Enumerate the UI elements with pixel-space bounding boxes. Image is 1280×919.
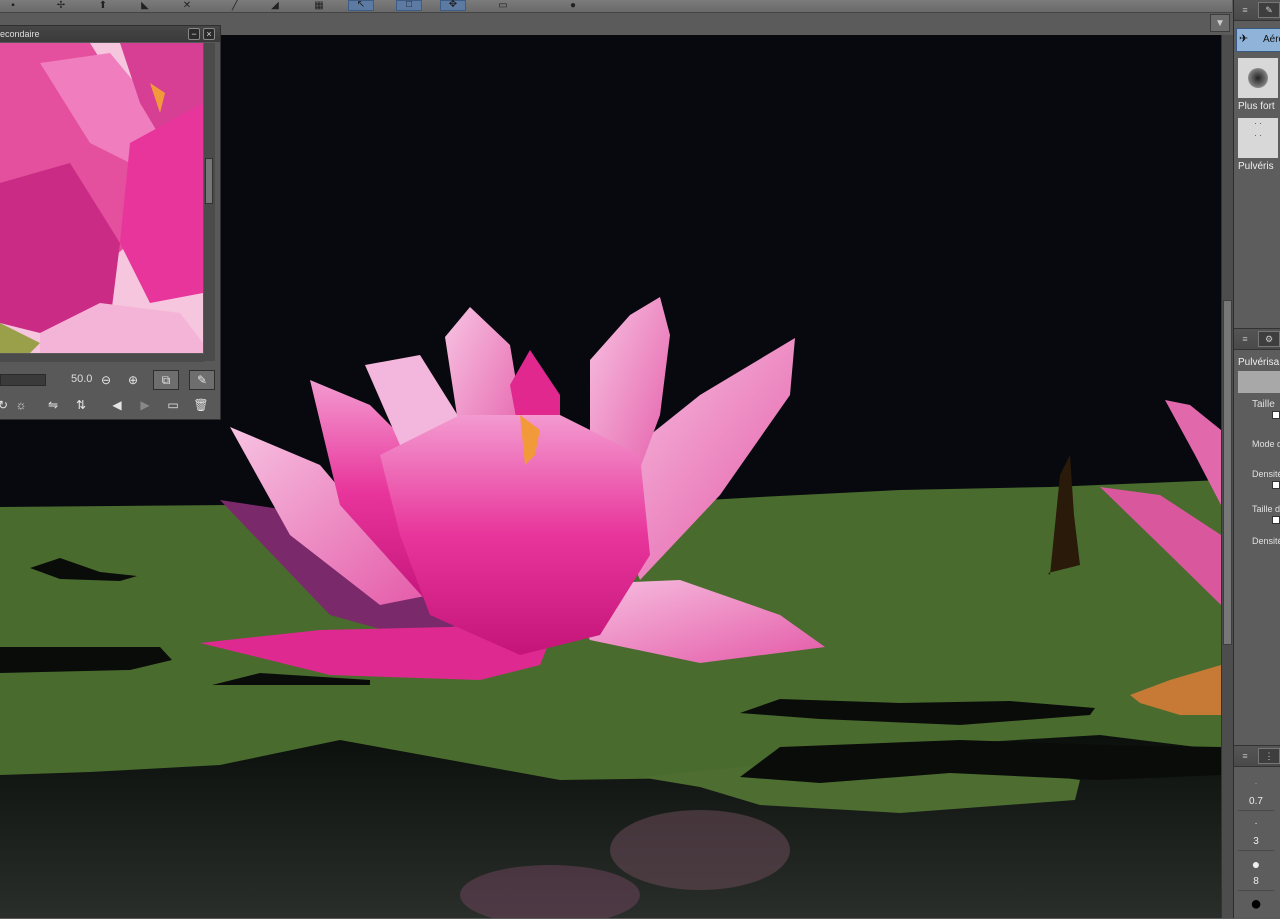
canvas-scroll-thumb[interactable]	[1223, 300, 1232, 645]
brush-size-item[interactable]: · 3	[1238, 812, 1274, 851]
property-label-particle-size: Taille d	[1252, 504, 1280, 514]
tool-property-panel: ≡ ⚙ Pulvérisa Taille Mode d Densité Tail…	[1234, 328, 1280, 719]
minimize-icon: −	[191, 29, 197, 39]
flip-horizontal-icon[interactable]: ⇋	[44, 396, 62, 414]
brush-size-item[interactable]: · 0.7	[1238, 772, 1274, 811]
brush-dot-icon: ·	[1255, 781, 1257, 787]
reference-image[interactable]	[0, 43, 203, 353]
open-image-icon[interactable]: ▭	[164, 396, 182, 414]
right-panel-dock: ≡ ✎ ✈ Aéro Plus fort · ·· · Pulvéris ≡ ⚙…	[1233, 0, 1280, 919]
sub-view-vertical-scrollbar[interactable]	[204, 43, 215, 361]
layer-icon[interactable]: ╱	[222, 0, 248, 11]
close-icon: ×	[206, 29, 212, 39]
chevron-down-icon: ▼	[1215, 17, 1225, 29]
transform-icon[interactable]: ◣	[132, 0, 158, 11]
reference-lotus-image	[0, 43, 203, 353]
previous-image-icon[interactable]: ◀	[108, 396, 126, 414]
operation-icon[interactable]: ▪	[0, 0, 26, 11]
main-toolbar: ▪ ✢ ⬆ ◣ ✕ ╱ ◢ ▦ ↖ □ ✥ ▭ ●	[0, 0, 1232, 13]
flip-vertical-icon[interactable]: ⇅	[72, 396, 90, 414]
pen-icon[interactable]: ✢	[48, 0, 74, 11]
brush-preview-spray[interactable]: · · · ·	[1238, 118, 1278, 158]
property-label-mode: Mode d	[1252, 439, 1280, 449]
pointer-icon[interactable]: ↖	[348, 0, 374, 11]
frame-icon[interactable]: ▦	[306, 0, 332, 11]
tool-property-tab-icon[interactable]: ⚙	[1258, 331, 1280, 347]
sub-tool-group-label: Aéro	[1263, 34, 1280, 45]
brush-dot-icon: ●	[1249, 893, 1263, 915]
property-label-size: Taille	[1252, 399, 1275, 410]
brush-item-label[interactable]: Pulvéris	[1238, 161, 1278, 172]
brush-size-tab-icon[interactable]: ⋮	[1258, 748, 1280, 764]
brush-tab-icon[interactable]: ✎	[1258, 2, 1280, 18]
sub-view-zoom-controls: 50.0 ⊖ ⊕ ⧉ ✎	[0, 367, 218, 391]
tool-preview	[1238, 371, 1280, 393]
tool-property-header: ≡ ⚙	[1234, 329, 1280, 350]
brush-size-header: ≡ ⋮	[1234, 746, 1280, 767]
minimize-button[interactable]: −	[188, 28, 200, 40]
select-icon[interactable]: □	[396, 0, 422, 11]
brush-size-panel: ≡ ⋮ · 0.7 · 3 ● 8 ●	[1234, 745, 1280, 919]
zoom-value: 50.0	[71, 373, 93, 385]
panel-menu-icon[interactable]: ≡	[1236, 749, 1254, 763]
sub-tool-panel-header: ≡ ✎	[1234, 0, 1280, 21]
window-icon[interactable]: ▭	[490, 0, 516, 11]
property-label-density: Densité	[1252, 469, 1280, 479]
zoom-slider[interactable]	[0, 374, 46, 386]
sub-view-titlebar[interactable]: econdaire − ×	[0, 26, 220, 42]
selection-icon[interactable]: ✕	[174, 0, 200, 11]
property-label-particle-density: Densité	[1252, 536, 1280, 546]
sub-view-horizontal-scrollbar[interactable]	[0, 354, 204, 362]
eyedropper-icon[interactable]: ✎	[189, 370, 215, 390]
sub-tool-panel: ≡ ✎ ✈ Aéro Plus fort · ·· · Pulvéris	[1234, 0, 1280, 300]
layer-move-icon[interactable]: ✥	[440, 0, 466, 11]
rotate-icon[interactable]: ↻	[0, 396, 12, 414]
sub-view-window: econdaire − × 50.0 ⊖ ⊕ ⧉ ✎ ↻ ☼ ⇋ ⇅ ◀ ▶ ▭…	[0, 25, 221, 420]
tab-menu-button[interactable]: ▼	[1210, 14, 1230, 32]
close-button[interactable]: ×	[203, 28, 215, 40]
brush-dot-icon: ●	[1251, 856, 1261, 872]
zoom-out-icon[interactable]: ⊖	[97, 371, 115, 389]
brush-preview-strong[interactable]	[1238, 58, 1278, 98]
brush-item-label[interactable]: Plus fort	[1238, 101, 1278, 112]
sub-tool-group-tab[interactable]: ✈ Aéro	[1236, 28, 1280, 52]
reset-rotation-icon[interactable]: ☼	[12, 396, 30, 414]
brush-dot-icon: ·	[1254, 818, 1258, 829]
tool-property-title: Pulvérisa	[1238, 357, 1280, 368]
next-image-icon[interactable]: ▶	[136, 396, 154, 414]
property-particle-size-checkbox[interactable]	[1272, 516, 1280, 524]
delete-image-icon[interactable]: 🗑	[192, 396, 210, 414]
sub-view-image-controls: ↻ ☼ ⇋ ⇅ ◀ ▶ ▭ 🗑	[0, 394, 218, 416]
sub-view-title: econdaire	[0, 29, 40, 39]
move-icon[interactable]: ⬆	[90, 0, 116, 11]
property-size-checkbox[interactable]	[1272, 411, 1280, 419]
brush-size-item[interactable]: ● 8	[1238, 852, 1274, 891]
brush-size-item[interactable]: ●	[1238, 892, 1274, 919]
panel-menu-icon[interactable]: ≡	[1236, 332, 1254, 346]
sub-view-scroll-thumb[interactable]	[205, 158, 213, 204]
panel-menu-icon[interactable]: ≡	[1236, 3, 1254, 17]
grid-icon[interactable]: ◢	[262, 0, 288, 11]
airbrush-icon: ✈	[1239, 33, 1249, 45]
info-icon[interactable]: ●	[560, 0, 586, 11]
property-density-checkbox[interactable]	[1272, 481, 1280, 489]
zoom-in-icon[interactable]: ⊕	[124, 371, 142, 389]
fit-view-icon[interactable]: ⧉	[153, 370, 179, 390]
